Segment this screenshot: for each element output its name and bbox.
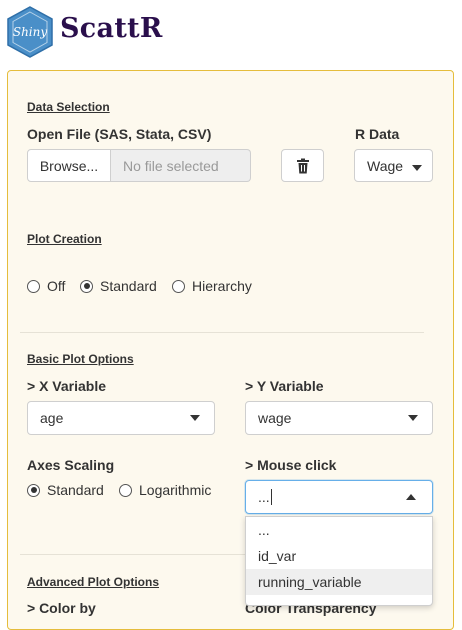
dropdown-option[interactable]: id_var <box>246 543 432 569</box>
dropdown-option[interactable]: running_variable <box>246 569 432 595</box>
divider <box>20 332 424 333</box>
delete-file-button[interactable] <box>281 149 324 182</box>
r-data-dropdown[interactable]: Wage <box>354 149 433 182</box>
radio-selected-icon <box>27 483 40 497</box>
app-title: ScattR <box>60 13 163 44</box>
mouse-click-value: ... <box>258 489 270 505</box>
data-selection-title: Data Selection <box>27 100 110 114</box>
advanced-plot-options-title: Advanced Plot Options <box>27 575 160 589</box>
x-variable-label: > X Variable <box>27 378 106 394</box>
x-variable-select[interactable]: age <box>27 401 215 435</box>
plot-creation-title: Plot Creation <box>27 232 102 246</box>
radio-label: Standard <box>47 482 104 498</box>
mouse-click-select[interactable]: ... <box>245 480 433 514</box>
caret-up-icon <box>406 494 416 500</box>
mouse-click-dropdown-menu: ... id_var running_variable <box>245 516 433 606</box>
color-by-label: > Color by <box>27 600 96 616</box>
y-variable-select[interactable]: wage <box>245 401 433 435</box>
browse-button[interactable]: Browse... <box>27 149 111 182</box>
text-cursor <box>270 489 272 505</box>
plot-creation-radio-off[interactable]: Off <box>27 278 65 294</box>
file-name-field[interactable]: No file selected <box>111 149 251 182</box>
plot-creation-radio-standard[interactable]: Standard <box>80 278 157 294</box>
x-variable-value: age <box>40 410 64 426</box>
trash-icon <box>296 158 309 173</box>
radio-icon <box>172 279 185 293</box>
mouse-click-label: > Mouse click <box>245 457 337 473</box>
radio-label: Standard <box>100 278 157 294</box>
radio-label: Hierarchy <box>192 278 252 294</box>
axes-scaling-label: Axes Scaling <box>27 457 115 473</box>
shiny-logo-icon: Shiny <box>7 6 53 58</box>
dropdown-option[interactable]: ... <box>246 517 432 543</box>
svg-text:Shiny: Shiny <box>13 25 48 39</box>
app-header: Shiny ScattR <box>0 0 462 66</box>
radio-icon <box>119 483 132 497</box>
r-data-value: Wage <box>367 157 404 174</box>
axes-radio-standard[interactable]: Standard <box>27 482 104 498</box>
basic-plot-options-title: Basic Plot Options <box>27 352 134 366</box>
caret-down-icon <box>412 165 422 171</box>
caret-down-icon <box>408 415 418 421</box>
y-variable-label: > Y Variable <box>245 378 324 394</box>
caret-down-icon <box>190 415 200 421</box>
r-data-label: R Data <box>355 126 400 142</box>
radio-label: Logarithmic <box>139 482 212 498</box>
radio-icon <box>27 279 40 293</box>
radio-label: Off <box>47 278 66 294</box>
axes-radio-logarithmic[interactable]: Logarithmic <box>119 482 211 498</box>
plot-creation-radio-hierarchy[interactable]: Hierarchy <box>172 278 252 294</box>
radio-selected-icon <box>80 279 93 293</box>
open-file-label: Open File (SAS, Stata, CSV) <box>27 126 212 142</box>
y-variable-value: wage <box>258 410 292 426</box>
